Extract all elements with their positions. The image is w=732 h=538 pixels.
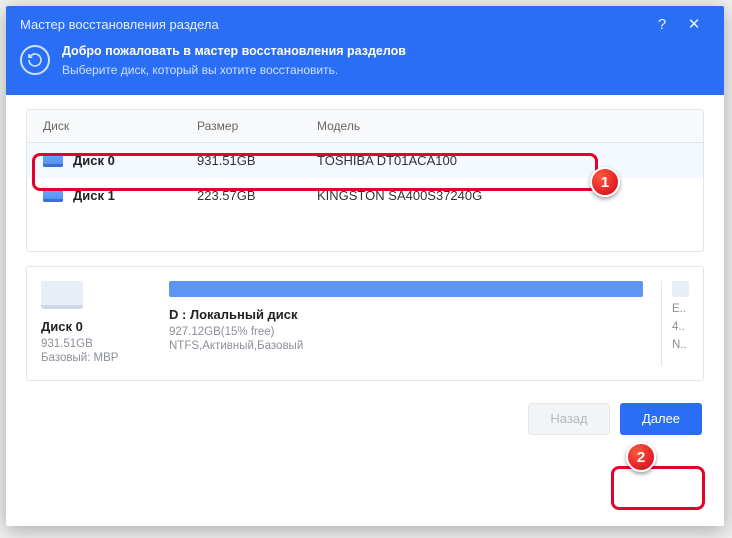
content: Диск Размер Модель Диск 0 931.51GB TOSHI… [6, 95, 724, 381]
partition-name: D : Локальный диск [169, 307, 643, 322]
partition-side: E.. 4.. N.. [661, 281, 689, 366]
restore-icon [20, 45, 50, 75]
disk-large-icon [41, 281, 83, 309]
wizard-window: Мастер восстановления раздела ? ✕ Добро … [6, 6, 724, 526]
close-button[interactable]: ✕ [678, 15, 710, 33]
table-body: Диск 0 931.51GB TOSHIBA DT01ACA100 Диск … [27, 143, 703, 251]
partition-bar [169, 281, 643, 297]
partition-size: 927.12GB(15% free) [169, 326, 643, 338]
disk-model: KINGSTON SA400S37240G [317, 188, 703, 203]
table-row[interactable]: Диск 1 223.57GB KINGSTON SA400S37240G [27, 178, 703, 213]
disk-icon [43, 188, 63, 202]
side-label: 4.. [672, 321, 689, 333]
detail-disk-type: Базовый: MBP [41, 352, 151, 364]
col-header-size: Размер [197, 119, 317, 133]
disk-name: Диск 0 [73, 153, 115, 168]
partition-info[interactable]: D : Локальный диск 927.12GB(15% free) NT… [169, 281, 643, 366]
col-header-disk: Диск [27, 119, 197, 133]
partition-flags: NTFS,Активный,Базовый [169, 340, 643, 352]
help-button[interactable]: ? [646, 16, 678, 33]
disk-info: Диск 0 931.51GB Базовый: MBP [41, 281, 151, 366]
side-label: E.. [672, 303, 689, 315]
annotation-box-2 [611, 466, 705, 510]
table-row[interactable]: Диск 0 931.51GB TOSHIBA DT01ACA100 [27, 143, 703, 178]
header: Добро пожаловать в мастер восстановления… [6, 42, 724, 95]
annotation-badge-2: 2 [626, 442, 656, 472]
header-text: Добро пожаловать в мастер восстановления… [62, 42, 406, 79]
disk-name: Диск 1 [73, 188, 115, 203]
header-title: Добро пожаловать в мастер восстановления… [62, 42, 406, 61]
table-header: Диск Размер Модель [27, 110, 703, 143]
disk-model: TOSHIBA DT01ACA100 [317, 153, 703, 168]
col-header-model: Модель [317, 119, 703, 133]
disk-table: Диск Размер Модель Диск 0 931.51GB TOSHI… [26, 109, 704, 252]
detail-disk-name: Диск 0 [41, 319, 151, 334]
next-button[interactable]: Далее [620, 403, 702, 435]
side-bar [672, 281, 689, 297]
disk-size: 931.51GB [197, 153, 317, 168]
disk-detail: Диск 0 931.51GB Базовый: MBP D : Локальн… [26, 266, 704, 381]
footer: Назад Далее [6, 381, 724, 435]
disk-size: 223.57GB [197, 188, 317, 203]
titlebar: Мастер восстановления раздела ? ✕ [6, 6, 724, 42]
disk-icon [43, 153, 63, 167]
side-label: N.. [672, 339, 689, 351]
back-button[interactable]: Назад [528, 403, 610, 435]
header-subtitle: Выберите диск, который вы хотите восстан… [62, 61, 406, 79]
window-title: Мастер восстановления раздела [20, 17, 646, 32]
detail-disk-size: 931.51GB [41, 338, 151, 350]
